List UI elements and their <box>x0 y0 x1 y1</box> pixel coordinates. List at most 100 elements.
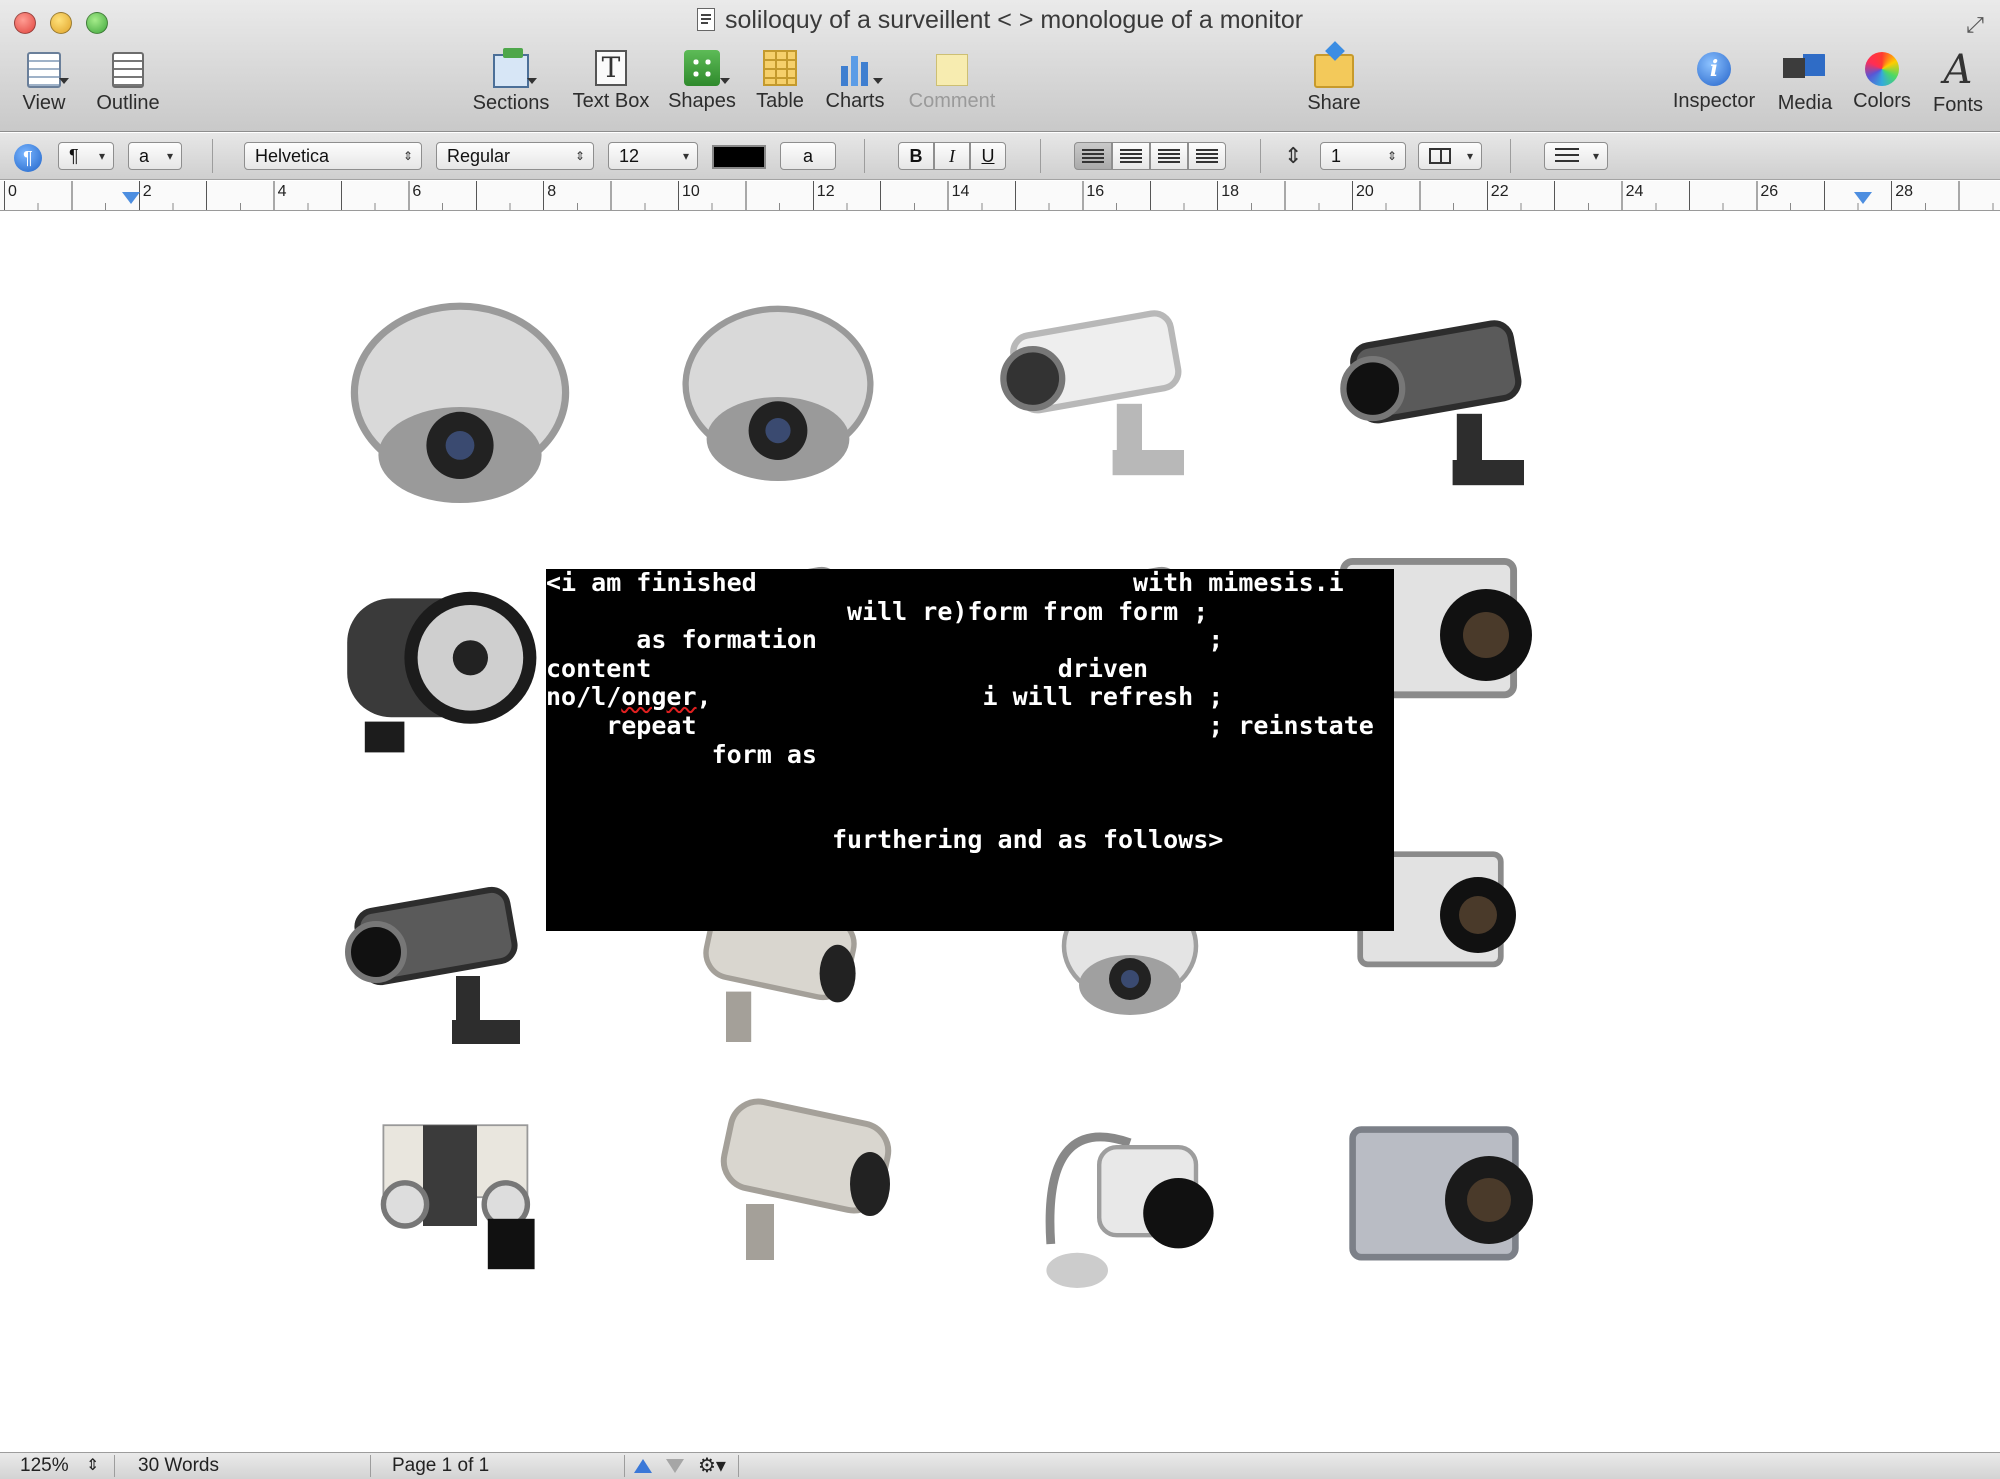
surveillance-camera-image[interactable] <box>656 1080 956 1280</box>
align-right-button[interactable] <box>1150 142 1188 170</box>
outline-button[interactable]: Outline <box>80 50 176 115</box>
divider <box>624 1455 625 1477</box>
columns-icon <box>1429 148 1451 164</box>
chevron-down-icon: ▾ <box>1466 149 1473 163</box>
comment-button[interactable]: Comment <box>904 50 1000 113</box>
surveillance-camera-image[interactable] <box>648 292 908 502</box>
font-size-combo[interactable]: 12 ▾ <box>608 142 698 170</box>
next-page-icon[interactable] <box>666 1459 684 1473</box>
typeface-popup[interactable]: Regular ⇕ <box>436 142 594 170</box>
poem-line: content driven <box>546 653 1149 683</box>
surveillance-camera-image[interactable] <box>1310 1090 1580 1310</box>
inspector-button[interactable]: i Inspector <box>1666 50 1762 113</box>
charts-button[interactable]: Charts <box>807 50 903 113</box>
chevron-down-icon: ▾ <box>98 149 105 163</box>
status-bar: 125% ⇕ 30 Words Page 1 of 1 ⚙▾ <box>0 1452 2000 1479</box>
share-button[interactable]: Share <box>1286 50 1382 115</box>
ruler-number: 24 <box>1625 183 1644 200</box>
character-style-popup[interactable]: a ▾ <box>128 142 182 170</box>
zoom-popup[interactable]: 125% ⇕ <box>20 1453 106 1479</box>
ruler-number: 4 <box>277 183 287 200</box>
monitor-text-box[interactable]: <i am finished with mimesis.i will re)fo… <box>546 569 1394 931</box>
text-box-button[interactable]: T Text Box <box>563 50 659 113</box>
left-indent-marker[interactable] <box>122 192 140 204</box>
ruler-number: 26 <box>1760 183 1779 200</box>
stepper-icon: ⇕ <box>574 149 585 163</box>
divider <box>1040 139 1041 173</box>
ruler-number: 6 <box>412 183 422 200</box>
sections-button[interactable]: Sections <box>463 48 559 115</box>
ruler-number: 14 <box>951 183 970 200</box>
paragraph-style-popup[interactable]: ¶ ▾ <box>58 142 114 170</box>
sections-icon <box>493 48 537 88</box>
poem-line: as formation ; <box>546 625 1224 655</box>
chevron-down-icon: ▾ <box>682 149 689 163</box>
italic-button[interactable]: I <box>934 142 970 170</box>
text-box-icon: T <box>595 50 627 86</box>
ruler-number: 2 <box>142 183 152 200</box>
columns-popup[interactable]: ▾ <box>1418 142 1482 170</box>
ruler-number: 10 <box>682 183 700 200</box>
media-icon <box>1783 54 1827 88</box>
fullscreen-icon[interactable]: ⤢ <box>1962 12 1988 38</box>
list-style-popup[interactable]: ▾ <box>1544 142 1608 170</box>
underline-button[interactable]: U <box>970 142 1006 170</box>
stepper-icon: ⇕ <box>86 1457 100 1474</box>
bulleted-list-icon <box>1555 148 1579 164</box>
ruler-number: 16 <box>1086 183 1105 200</box>
previous-page-icon[interactable] <box>634 1459 652 1473</box>
ruler-number: 0 <box>8 183 17 200</box>
divider <box>738 1455 739 1477</box>
comment-icon <box>936 54 968 86</box>
window-toolbar: soliloquy of a surveillent < > monologue… <box>0 0 2000 132</box>
align-left-button[interactable] <box>1074 142 1112 170</box>
stepper-icon: ⇕ <box>1386 149 1397 163</box>
surveillance-camera-image[interactable] <box>340 850 540 1070</box>
gear-icon[interactable]: ⚙▾ <box>698 1453 726 1479</box>
divider <box>1260 139 1261 173</box>
format-bar: ¶ ¶ ▾ a ▾ Helvetica ⇕ Regular ⇕ 12 ▾ a B I U … <box>0 133 2000 180</box>
poem-line: will re)form from form ; <box>546 596 1209 626</box>
ruler-number: 28 <box>1895 183 1913 200</box>
ruler-number: 8 <box>547 183 557 200</box>
share-icon <box>1314 54 1354 88</box>
fonts-button[interactable]: A Fonts <box>1910 50 2000 117</box>
outline-icon <box>112 52 144 88</box>
right-indent-marker[interactable] <box>1854 192 1872 204</box>
surveillance-camera-image[interactable] <box>1000 1090 1260 1310</box>
ruler-number: 22 <box>1490 183 1509 200</box>
view-button[interactable]: View <box>0 50 92 115</box>
poem-line <box>546 769 1394 798</box>
highlight-color-button[interactable]: a <box>780 142 836 170</box>
window-title: soliloquy of a surveillent < > monologue… <box>0 6 2000 35</box>
horizontal-ruler[interactable] <box>0 181 2000 211</box>
word-count: 30 Words <box>138 1455 219 1476</box>
shapes-icon <box>684 50 730 86</box>
poem-line: form as <box>546 739 817 769</box>
line-spacing-popup[interactable]: 1 ⇕ <box>1320 142 1406 170</box>
font-family-popup[interactable]: Helvetica ⇕ <box>244 142 422 170</box>
fonts-icon: A <box>1943 47 1973 93</box>
invisibles-toggle-icon[interactable]: ¶ <box>14 144 42 172</box>
poem-line <box>546 798 1394 827</box>
chevron-down-icon: ▾ <box>166 149 173 163</box>
justify-button[interactable] <box>1188 142 1226 170</box>
surveillance-camera-image[interactable] <box>344 1100 574 1280</box>
align-center-button[interactable] <box>1112 142 1150 170</box>
ruler-number: 12 <box>816 183 835 200</box>
poem-line: <i am finished with mimesis.i <box>546 569 1344 597</box>
surveillance-camera-image[interactable] <box>340 282 580 532</box>
poem-line: repeat ; reinstate <box>546 710 1374 740</box>
misspelled-word[interactable]: onger <box>621 682 696 712</box>
text-color-well[interactable] <box>712 145 766 169</box>
charts-icon <box>837 50 883 86</box>
colors-icon <box>1865 52 1899 86</box>
surveillance-camera-image[interactable] <box>334 540 554 780</box>
poem-line-misspelled: no/l/onger, i will refresh ; <box>546 682 1224 712</box>
bold-button[interactable]: B <box>898 142 934 170</box>
ruler-number: 18 <box>1221 183 1239 200</box>
surveillance-camera-image[interactable] <box>980 282 1220 492</box>
divider <box>114 1455 115 1477</box>
chevron-down-icon: ▾ <box>1592 149 1599 163</box>
surveillance-camera-image[interactable] <box>1300 292 1580 502</box>
